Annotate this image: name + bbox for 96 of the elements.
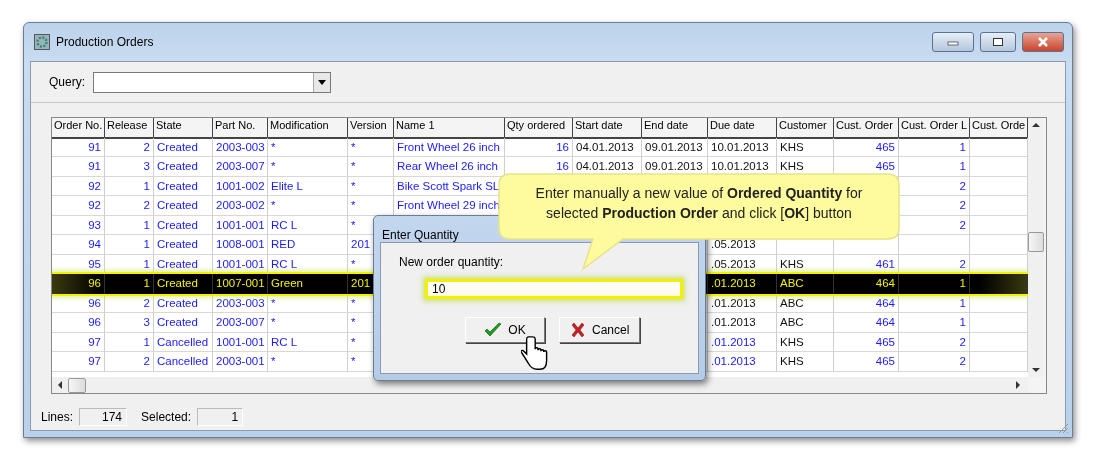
table-cell: Created xyxy=(154,176,213,196)
table-cell: 93 xyxy=(52,215,105,235)
table-cell: 1 xyxy=(899,157,970,177)
table-cell: * xyxy=(268,196,348,216)
selected-count: 1 xyxy=(197,408,244,426)
query-label: Query: xyxy=(49,75,85,89)
table-cell: 1 xyxy=(899,274,970,294)
table-cell: 2003-002 xyxy=(213,196,268,216)
table-cell: 16 xyxy=(505,137,573,157)
table-cell: Created xyxy=(154,196,213,216)
table-cell: 2 xyxy=(105,196,154,216)
table-cell: 3 xyxy=(105,313,154,333)
table-cell: Created xyxy=(154,293,213,313)
table-cell: 465 xyxy=(834,352,899,372)
lines-label: Lines: xyxy=(41,410,74,424)
table-cell: 464 xyxy=(834,274,899,294)
table-cell: 465 xyxy=(834,332,899,352)
table-cell: Created xyxy=(154,313,213,333)
table-cell: .01.2013 xyxy=(708,293,777,313)
lines-count: 174 xyxy=(79,408,128,426)
table-cell: * xyxy=(268,157,348,177)
selected-label: Selected: xyxy=(141,410,192,424)
table-cell: 97 xyxy=(52,332,105,352)
table-cell: 2 xyxy=(105,137,154,157)
table-cell: ABC xyxy=(777,274,834,294)
table-cell: 1001-001 xyxy=(213,332,268,352)
table-cell: 1 xyxy=(105,215,154,235)
table-cell: ABC xyxy=(777,313,834,333)
table-cell: 1 xyxy=(105,274,154,294)
table-cell: .01.2013 xyxy=(708,352,777,372)
table-cell: Created xyxy=(154,157,213,177)
table-cell: * xyxy=(348,176,394,196)
table-cell: 96 xyxy=(52,293,105,313)
table-cell: KHS xyxy=(777,332,834,352)
table-cell: 464 xyxy=(834,293,899,313)
table-cell: 96 xyxy=(52,313,105,333)
table-cell: Elite L xyxy=(268,176,348,196)
table-cell: RC L xyxy=(268,215,348,235)
table-cell: 2003-001 xyxy=(213,352,268,372)
table-cell: .01.2013 xyxy=(708,313,777,333)
table-cell: * xyxy=(268,352,348,372)
table-cell: * xyxy=(348,157,394,177)
table-cell: Created xyxy=(154,274,213,294)
table-cell: 465 xyxy=(834,137,899,157)
table-cell: Created xyxy=(154,235,213,255)
table-cell: 2003-007 xyxy=(213,157,268,177)
table-cell: 92 xyxy=(52,196,105,216)
table-cell: 1008-001 xyxy=(213,235,268,255)
table-cell: 04.01.2013 xyxy=(573,137,642,157)
table-cell: 09.01.2013 xyxy=(642,137,708,157)
table-cell: 2 xyxy=(899,352,970,372)
table-cell: * xyxy=(268,313,348,333)
table-cell: 96 xyxy=(52,274,105,294)
table-cell: RC L xyxy=(268,332,348,352)
table-cell: .01.2013 xyxy=(708,332,777,352)
table-cell: KHS xyxy=(777,352,834,372)
table-cell: 2003-007 xyxy=(213,313,268,333)
table-cell: 1001-001 xyxy=(213,215,268,235)
table-cell: 2003-003 xyxy=(213,137,268,157)
table-cell: 97 xyxy=(52,352,105,372)
table-cell: * xyxy=(268,293,348,313)
table-cell: 91 xyxy=(52,137,105,157)
table-cell: Cancelled xyxy=(154,352,213,372)
table-cell: * xyxy=(268,137,348,157)
table-cell: 1001-002 xyxy=(213,176,268,196)
table-cell: 2 xyxy=(899,332,970,352)
callout-text: Enter manually a new value of Ordered Quantity for selected Production Order and click [OK] button xyxy=(534,184,864,223)
table-cell: Created xyxy=(154,215,213,235)
table-cell: ABC xyxy=(777,293,834,313)
table-cell: 94 xyxy=(52,235,105,255)
table-cell: 464 xyxy=(834,313,899,333)
table-cell: 1 xyxy=(105,332,154,352)
table-cell: * xyxy=(348,137,394,157)
table-cell: 91 xyxy=(52,157,105,177)
table-cell: 1 xyxy=(899,137,970,157)
table-cell: RED xyxy=(268,235,348,255)
table-cell: 1 xyxy=(105,176,154,196)
table-cell: 2003-003 xyxy=(213,293,268,313)
table-cell: Cancelled xyxy=(154,332,213,352)
table-cell: Rear Wheel 26 inch xyxy=(394,157,505,177)
table-cell: 1 xyxy=(899,293,970,313)
table-cell: 1 xyxy=(899,313,970,333)
table-cell: Front Wheel 26 inch xyxy=(394,137,505,157)
table-cell: 1007-001 xyxy=(213,274,268,294)
table-cell: .01.2013 xyxy=(708,274,777,294)
table-cell: Created xyxy=(154,137,213,157)
table-cell: 10.01.2013 xyxy=(708,137,777,157)
window-title: Production Orders xyxy=(56,35,155,49)
table-cell: 2 xyxy=(105,293,154,313)
table-cell: 2 xyxy=(105,352,154,372)
quantity-label: New order quantity: xyxy=(399,255,505,269)
table-cell: 3 xyxy=(105,157,154,177)
table-cell: KHS xyxy=(777,137,834,157)
table-cell: 1 xyxy=(105,235,154,255)
table-cell: Green xyxy=(268,274,348,294)
table-cell: 92 xyxy=(52,176,105,196)
